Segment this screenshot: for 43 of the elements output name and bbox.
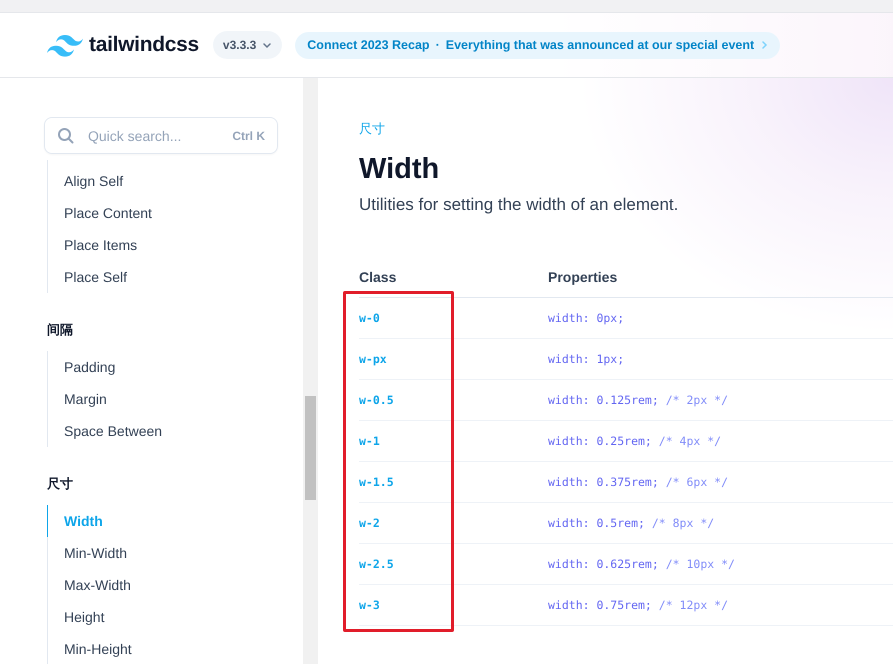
- sidebar-item[interactable]: Min-Width: [48, 537, 303, 569]
- sidebar-item[interactable]: Place Self: [48, 261, 303, 293]
- table-cell: width: 0px;: [548, 311, 624, 325]
- announcement-link[interactable]: Connect 2023 Recap · Everything that was announced at our special event: [295, 32, 780, 58]
- sidebar-item[interactable]: Place Items: [48, 229, 303, 261]
- table-cell: width: 0.5rem; /* 8px */: [548, 516, 714, 530]
- sidebar-item[interactable]: Space Between: [48, 415, 303, 447]
- page-description: Utilities for setting the width of an element.: [359, 194, 680, 216]
- logo-text[interactable]: tailwindcss: [89, 33, 199, 57]
- scrollbar-thumb[interactable]: [305, 396, 316, 500]
- table-cell-text: w-2: [359, 516, 381, 530]
- table-cell: width: 0.25rem; /* 4px */: [548, 434, 722, 448]
- sidebar-item[interactable]: Height: [48, 601, 303, 633]
- table-cell: width: 0.625rem; /* 10px */: [548, 557, 735, 571]
- sidebar-item[interactable]: Min-Height: [48, 633, 303, 664]
- table-cell: width: 0.125rem; /* 2px */: [548, 393, 728, 407]
- chevron-right-icon: [760, 40, 770, 50]
- search-icon: [57, 127, 74, 144]
- sidebar-item[interactable]: Max-Width: [48, 569, 303, 601]
- table-cell-text: w-0: [359, 311, 381, 325]
- section-heading: 间隔: [47, 322, 74, 340]
- table-cell-text: w-1.5: [359, 475, 395, 489]
- shortcut-hint: Ctrl K: [232, 128, 265, 142]
- scrollbar[interactable]: [303, 78, 318, 664]
- section-heading: 尺寸: [47, 476, 74, 494]
- table-cell-text: w-3: [359, 598, 381, 612]
- sidebar-item[interactable]: Place Content: [48, 197, 303, 229]
- table-cell-text: w-1: [359, 434, 381, 448]
- table-cell-text: w-0.5: [359, 393, 395, 407]
- page-title: Width: [359, 152, 440, 187]
- column-header: Properties: [548, 268, 618, 287]
- sidebar-item[interactable]: Padding: [48, 351, 303, 383]
- table-cell: width: 0.375rem; /* 6px */: [548, 475, 728, 489]
- category-label: 尺寸: [359, 121, 386, 139]
- version-dropdown[interactable]: v3.3.3: [212, 31, 282, 59]
- column-header: Class: [359, 268, 398, 287]
- table-cell: width: 0.75rem; /* 12px */: [548, 598, 728, 612]
- sidebar-item[interactable]: Margin: [48, 383, 303, 415]
- wave-logo-icon: [47, 32, 83, 58]
- table-cell: width: 1px;: [548, 352, 624, 366]
- table-cell-text: w-px: [359, 352, 388, 366]
- table-cell-text: w-2.5: [359, 557, 395, 571]
- sidebar-item[interactable]: Align Self: [48, 165, 303, 197]
